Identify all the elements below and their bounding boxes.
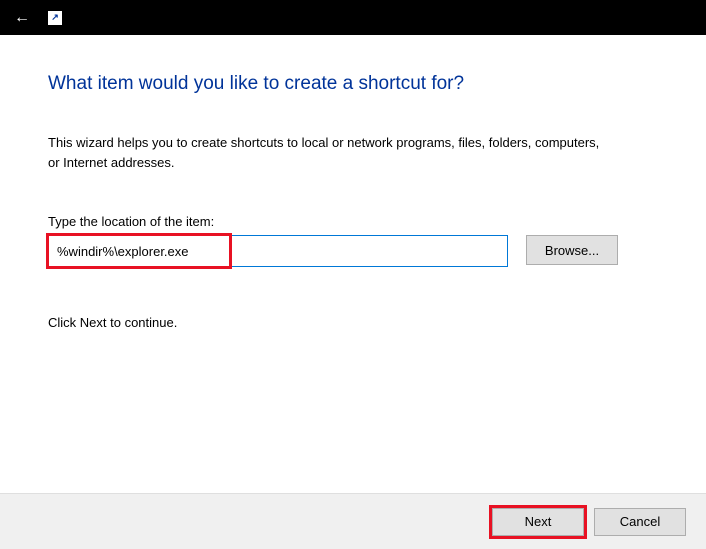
next-button-wrap: Next	[492, 508, 584, 536]
wizard-description: This wizard helps you to create shortcut…	[48, 133, 608, 172]
page-title: What item would you like to create a sho…	[48, 73, 658, 95]
location-label: Type the location of the item:	[48, 214, 658, 229]
back-arrow-icon[interactable]: ←	[10, 7, 34, 29]
next-button[interactable]: Next	[492, 508, 584, 536]
browse-button[interactable]: Browse...	[526, 235, 618, 265]
shortcut-wizard-icon: ↗	[48, 11, 62, 25]
location-input[interactable]	[48, 235, 508, 267]
input-row: Browse...	[48, 235, 658, 267]
location-input-wrap	[48, 235, 508, 267]
cancel-button[interactable]: Cancel	[594, 508, 686, 536]
wizard-footer: Next Cancel	[0, 493, 706, 549]
continue-text: Click Next to continue.	[48, 315, 658, 330]
wizard-content: What item would you like to create a sho…	[0, 35, 706, 330]
titlebar: ← ↗	[0, 0, 706, 35]
